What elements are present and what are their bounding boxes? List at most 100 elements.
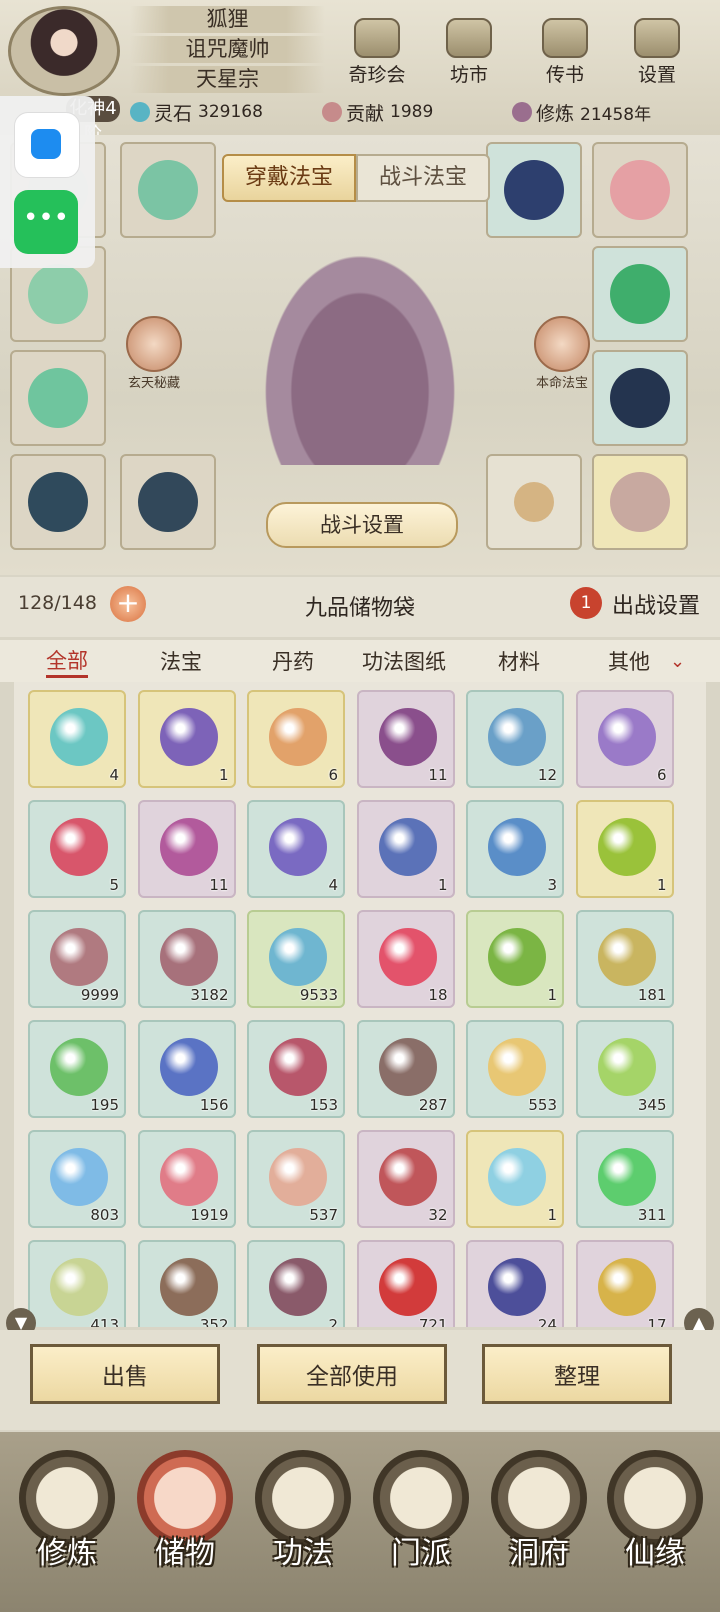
item-icon <box>488 928 546 986</box>
cultivation-resource: 修炼 21458年 <box>512 98 651 126</box>
tab-technique-blueprint[interactable]: 功法图纸 <box>362 646 446 676</box>
nav-cave[interactable]: 洞府 <box>484 1450 594 1600</box>
equip-slot-ring-3[interactable] <box>592 246 688 342</box>
settings-button[interactable]: 设置 <box>622 18 692 87</box>
nav-storage[interactable]: 储物 <box>130 1450 240 1600</box>
letter-scroll-icon <box>542 18 588 58</box>
sort-button[interactable]: 整理 <box>482 1344 672 1404</box>
inventory-item[interactable]: 156 <box>137 1020 236 1118</box>
tab-battle-treasure[interactable]: 战斗法宝 <box>356 154 490 202</box>
equip-slot-ring-5[interactable] <box>592 454 688 550</box>
inventory-item[interactable]: 3 <box>466 800 564 898</box>
tab-pill[interactable]: 丹药 <box>272 646 314 676</box>
item-icon <box>378 928 437 986</box>
inventory-item[interactable]: 721 <box>356 1240 455 1327</box>
deploy-settings-button[interactable]: 出战设置 <box>612 588 700 620</box>
item-count: 6 <box>328 766 338 784</box>
inventory-item[interactable]: 18 <box>356 910 455 1008</box>
natal-treasure-button[interactable]: 本命法宝 <box>522 316 602 391</box>
nav-storage-label: 储物 <box>155 1536 215 1571</box>
cultivation-value: 21458年 <box>580 104 652 125</box>
treasure-hall-button[interactable]: 奇珍会 <box>342 18 412 87</box>
chevron-down-icon[interactable]: ⌄ <box>670 651 685 672</box>
contribution-label: 贡献 <box>346 102 385 125</box>
inventory-item[interactable]: 1919 <box>137 1130 236 1228</box>
nav-fate[interactable]: 仙缘 <box>600 1450 710 1600</box>
inventory-item[interactable]: 1 <box>356 800 455 898</box>
inventory-item[interactable]: 24 <box>466 1240 564 1327</box>
expand-bag-button[interactable]: + <box>110 586 146 622</box>
inventory-item[interactable]: 9533 <box>247 910 345 1008</box>
floating-more-button[interactable]: ••• <box>14 190 78 254</box>
inventory-item[interactable]: 11 <box>356 690 455 788</box>
player-sect: 天星宗 <box>130 66 325 93</box>
inventory-item[interactable]: 12 <box>466 690 564 788</box>
inventory-item[interactable]: 1 <box>466 1130 564 1228</box>
item-count: 537 <box>309 1206 338 1224</box>
inventory-item[interactable]: 181 <box>575 910 674 1008</box>
inventory-item[interactable]: 1 <box>466 910 564 1008</box>
inventory-item[interactable]: 413 <box>28 1240 126 1327</box>
inventory-item[interactable]: 17 <box>575 1240 674 1327</box>
inventory-item[interactable]: 1 <box>137 690 236 788</box>
equip-slot-ring-1[interactable] <box>486 142 582 238</box>
use-all-button[interactable]: 全部使用 <box>257 1344 447 1404</box>
inventory-item[interactable]: 6 <box>247 690 345 788</box>
inventory-item[interactable]: 4 <box>247 800 345 898</box>
inventory-item[interactable]: 153 <box>247 1020 345 1118</box>
item-icon <box>378 1038 437 1096</box>
contribution-resource: 贡献 1989 <box>322 98 433 126</box>
item-icon <box>50 1258 108 1316</box>
inventory-item[interactable]: 2 <box>247 1240 345 1327</box>
inventory-item[interactable]: 553 <box>466 1020 564 1118</box>
inventory-item[interactable]: 9999 <box>28 910 126 1008</box>
equip-slot-boots[interactable] <box>120 454 216 550</box>
sell-button[interactable]: 出售 <box>30 1344 220 1404</box>
tab-wear-treasure[interactable]: 穿戴法宝 <box>222 154 356 202</box>
item-icon <box>378 818 437 876</box>
item-icon <box>269 928 327 986</box>
item-icon <box>269 1258 327 1316</box>
item-icon <box>597 1258 656 1316</box>
tab-material[interactable]: 材料 <box>498 646 540 676</box>
spirit-stone-resource: 灵石 329168 <box>130 98 263 126</box>
letter-button[interactable]: 传书 <box>530 18 600 87</box>
equip-slot-locked[interactable] <box>486 454 582 550</box>
tab-other[interactable]: 其他 <box>608 646 650 676</box>
inventory-item[interactable]: 195 <box>28 1020 126 1118</box>
player-avatar[interactable] <box>8 6 120 96</box>
nav-technique[interactable]: 功法 <box>248 1450 358 1600</box>
floating-app-button[interactable] <box>14 112 80 178</box>
battle-settings-button[interactable]: 战斗设置 <box>266 502 458 548</box>
inventory-item[interactable]: 6 <box>575 690 674 788</box>
inventory-item[interactable]: 3182 <box>137 910 236 1008</box>
market-button[interactable]: 坊市 <box>434 18 504 87</box>
spirit-stone-value: 329168 <box>198 102 263 122</box>
tab-all[interactable]: 全部 <box>46 645 88 678</box>
inventory-item[interactable]: 1 <box>575 800 674 898</box>
inventory-item[interactable]: 345 <box>575 1020 674 1118</box>
inventory-item[interactable]: 352 <box>137 1240 236 1327</box>
inventory-item[interactable]: 32 <box>356 1130 455 1228</box>
secret-vault-button[interactable]: 玄天秘藏 <box>114 316 194 391</box>
inventory-item[interactable]: 803 <box>28 1130 126 1228</box>
inventory-item[interactable]: 4 <box>28 690 126 788</box>
equip-slot-ring-4[interactable] <box>592 350 688 446</box>
equip-slot-gloves[interactable] <box>10 350 106 446</box>
nav-cultivate[interactable]: 修炼 <box>12 1450 122 1600</box>
nav-sect[interactable]: 门派 <box>366 1450 476 1600</box>
equip-slot-ring-2[interactable] <box>592 142 688 238</box>
tab-treasure[interactable]: 法宝 <box>160 646 202 676</box>
item-icon <box>50 928 108 986</box>
inventory-item[interactable]: 11 <box>137 800 236 898</box>
equip-slot-accessory[interactable] <box>120 142 216 238</box>
gear-icon <box>634 18 680 58</box>
player-name: 狐狸 <box>130 6 325 33</box>
inventory-item[interactable]: 287 <box>356 1020 455 1118</box>
nav-cave-label: 洞府 <box>509 1536 569 1571</box>
inventory-item[interactable]: 5 <box>28 800 126 898</box>
item-count: 413 <box>90 1316 119 1327</box>
equip-slot-pants[interactable] <box>10 454 106 550</box>
inventory-item[interactable]: 537 <box>247 1130 345 1228</box>
inventory-item[interactable]: 311 <box>575 1130 674 1228</box>
